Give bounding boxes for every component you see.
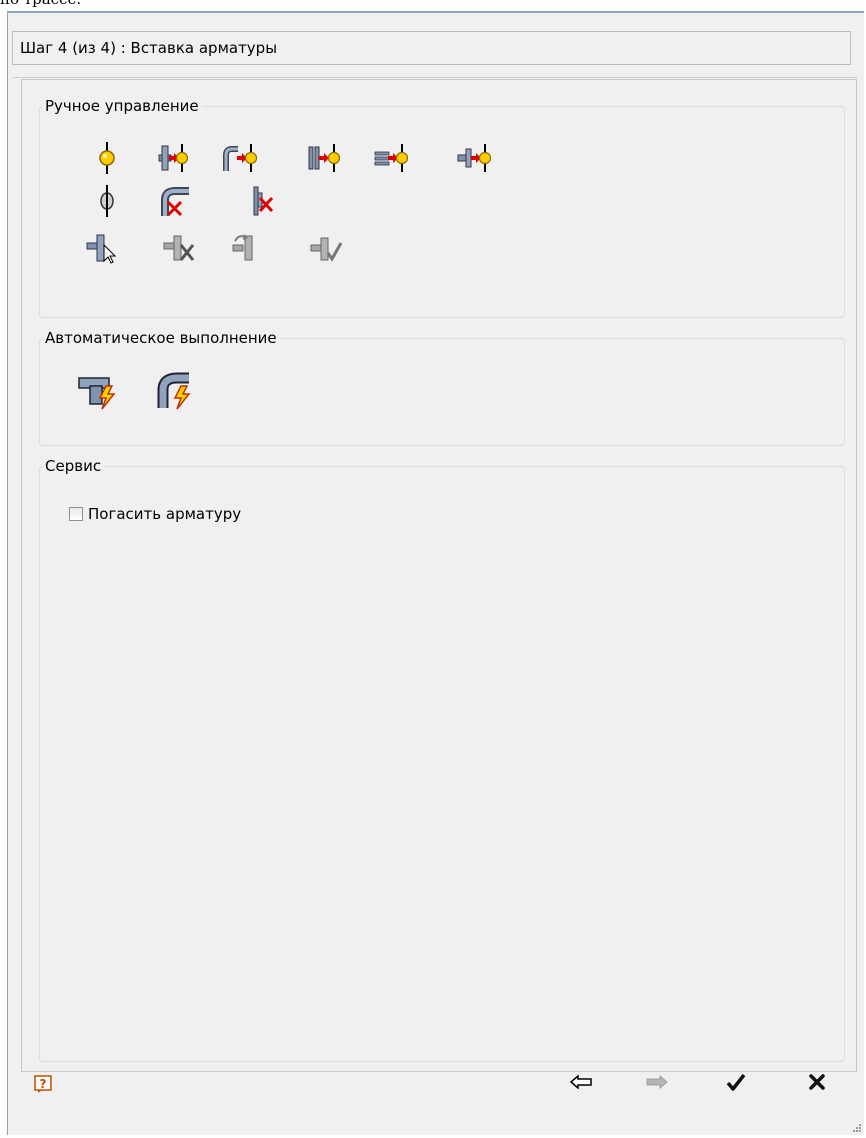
ok-button[interactable] bbox=[721, 1067, 751, 1097]
cancel-button[interactable] bbox=[802, 1067, 832, 1097]
valve-insert-flange-icon[interactable] bbox=[306, 141, 342, 175]
top-caption-text: по трассе. bbox=[0, 0, 81, 8]
auto-tee-icon[interactable] bbox=[76, 372, 118, 410]
delete-flange-icon[interactable] bbox=[246, 184, 282, 218]
manual-control-title: Ручное управление bbox=[42, 97, 202, 115]
select-fitting-icon[interactable] bbox=[84, 231, 120, 265]
auto-execution-title: Автоматическое выполнение bbox=[42, 329, 280, 347]
service-title: Сервис bbox=[42, 457, 105, 475]
checkmark-icon bbox=[726, 1073, 746, 1091]
next-arrow-icon bbox=[646, 1075, 668, 1089]
valve-insert-coupling-icon[interactable] bbox=[373, 141, 409, 175]
dialog-window: Шаг 4 (из 4) : Вставка арматуры Ручное у… bbox=[7, 11, 864, 1135]
valve-insert-tee-icon[interactable] bbox=[152, 141, 188, 175]
valve-insert-elbow-icon[interactable] bbox=[222, 141, 258, 175]
step-title: Шаг 4 (из 4) : Вставка арматуры bbox=[12, 31, 851, 65]
next-button bbox=[642, 1067, 672, 1097]
valve-axis-icon[interactable] bbox=[89, 184, 125, 218]
cancel-x-icon bbox=[809, 1074, 825, 1090]
resize-grip-icon[interactable] bbox=[852, 1123, 862, 1133]
hide-fittings-label: Погасить арматуру bbox=[88, 505, 242, 523]
svg-text:?: ? bbox=[40, 1077, 47, 1091]
service-group: Сервис Погасить арматуру bbox=[39, 457, 845, 1062]
help-button[interactable]: ? bbox=[28, 1069, 58, 1099]
cut-fitting-icon[interactable] bbox=[161, 231, 197, 265]
delete-elbow-icon[interactable] bbox=[157, 184, 193, 218]
auto-elbow-icon[interactable] bbox=[155, 372, 197, 410]
manual-control-group: Ручное управление bbox=[39, 97, 845, 318]
back-button[interactable] bbox=[566, 1067, 596, 1097]
back-arrow-icon bbox=[570, 1075, 592, 1089]
help-icon: ? bbox=[34, 1075, 52, 1093]
hide-fittings-row[interactable]: Погасить арматуру bbox=[69, 505, 241, 523]
content-panel: Ручное управление Автоматическое выполне… bbox=[13, 77, 858, 1072]
valve-insert-icon[interactable] bbox=[89, 141, 125, 175]
rotate-fitting-icon[interactable] bbox=[229, 231, 265, 265]
valve-insert-union-icon[interactable] bbox=[456, 141, 492, 175]
hide-fittings-checkbox[interactable] bbox=[69, 507, 83, 521]
auto-execution-group: Автоматическое выполнение bbox=[39, 329, 845, 446]
check-fitting-icon[interactable] bbox=[308, 231, 344, 265]
